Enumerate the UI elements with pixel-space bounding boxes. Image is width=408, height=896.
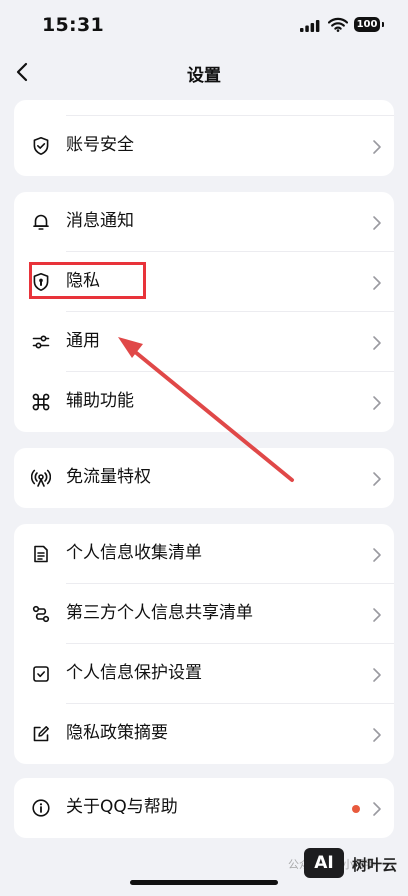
watermark-logo: AI <box>304 848 344 878</box>
settings-row-about-help[interactable]: 关于QQ与帮助 <box>14 778 394 838</box>
nav-bar: 设置 <box>0 52 408 94</box>
settings-row-free-data[interactable]: 免流量特权 <box>14 448 394 508</box>
row-label: 个人信息收集清单 <box>66 543 202 563</box>
chevron-right-icon <box>373 336 381 350</box>
sliders-icon <box>32 335 50 349</box>
row-label: 个人信息保护设置 <box>66 663 202 683</box>
settings-row-accessibility[interactable]: 辅助功能 <box>14 372 394 432</box>
settings-row-info-collection[interactable]: 个人信息收集清单 <box>14 524 394 584</box>
chevron-right-icon <box>373 668 381 682</box>
home-indicator[interactable] <box>130 880 278 885</box>
share-link-icon <box>32 605 50 623</box>
page-title: 设置 <box>187 66 221 86</box>
wifi-icon <box>328 17 348 32</box>
document-list-icon <box>34 545 48 563</box>
settings-row-general[interactable]: 通用 <box>14 312 394 372</box>
row-label: 隐私政策摘要 <box>66 723 168 743</box>
settings-row-account-security[interactable]: 账号安全 <box>14 116 394 176</box>
battery-icon: 100 <box>354 17 380 32</box>
edit-icon <box>33 726 49 742</box>
settings-row-third-party-sharing[interactable]: 第三方个人信息共享清单 <box>14 584 394 644</box>
row-label: 消息通知 <box>66 211 134 231</box>
command-icon <box>32 393 50 411</box>
info-icon <box>32 799 50 817</box>
chevron-right-icon <box>373 802 381 816</box>
chevron-right-icon <box>373 728 381 742</box>
watermark-brand: 树叶云 <box>352 856 398 874</box>
chevron-right-icon <box>373 396 381 410</box>
row-label: 关于QQ与帮助 <box>66 797 178 817</box>
chevron-right-icon <box>373 608 381 622</box>
cellular-signal-icon <box>300 20 320 32</box>
status-time: 15:31 <box>42 14 104 36</box>
divider <box>66 115 394 116</box>
shield-check-icon <box>33 137 49 155</box>
row-label: 辅助功能 <box>66 391 134 411</box>
battery-cap <box>382 22 384 27</box>
settings-row-notifications[interactable]: 消息通知 <box>14 192 394 252</box>
settings-row-info-protection[interactable]: 个人信息保护设置 <box>14 644 394 704</box>
broadcast-icon <box>31 469 51 487</box>
row-label: 免流量特权 <box>66 467 151 487</box>
settings-row-privacy-summary[interactable]: 隐私政策摘要 <box>14 704 394 764</box>
chevron-right-icon <box>373 216 381 230</box>
chevron-right-icon <box>373 548 381 562</box>
annotation-highlight-box <box>29 262 146 299</box>
chevron-right-icon <box>373 276 381 290</box>
bell-icon <box>33 214 49 230</box>
checkbox-icon <box>33 666 49 682</box>
row-label: 第三方个人信息共享清单 <box>66 603 253 623</box>
notification-dot <box>352 805 360 813</box>
chevron-right-icon <box>373 140 381 154</box>
row-label: 通用 <box>66 331 100 351</box>
settings-group-general: 消息通知 隐私 通用 辅助功能 <box>14 192 394 432</box>
settings-group-data: 免流量特权 <box>14 448 394 508</box>
settings-group-personal-info: 个人信息收集清单 第三方个人信息共享清单 个人信息保护设置 隐私政策摘要 <box>14 524 394 764</box>
chevron-right-icon <box>373 472 381 486</box>
status-bar: 15:31 100 <box>0 0 408 52</box>
row-label: 账号安全 <box>66 135 134 155</box>
settings-group-account: 账号安全 <box>14 100 394 176</box>
settings-group-about: 关于QQ与帮助 <box>14 778 394 838</box>
